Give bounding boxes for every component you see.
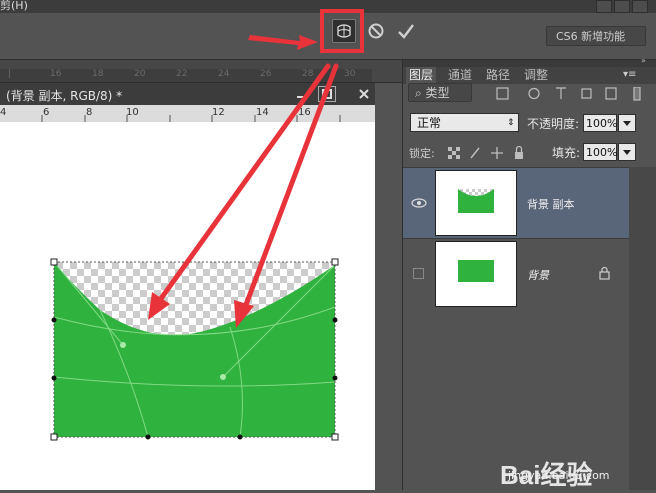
red-arrow-line [157,63,331,303]
annotation-arrows [148,35,339,328]
watermark-url: jingyan.baidu.com [508,469,610,482]
red-arrow-pointer [248,35,318,50]
red-arrow-line [241,63,339,313]
